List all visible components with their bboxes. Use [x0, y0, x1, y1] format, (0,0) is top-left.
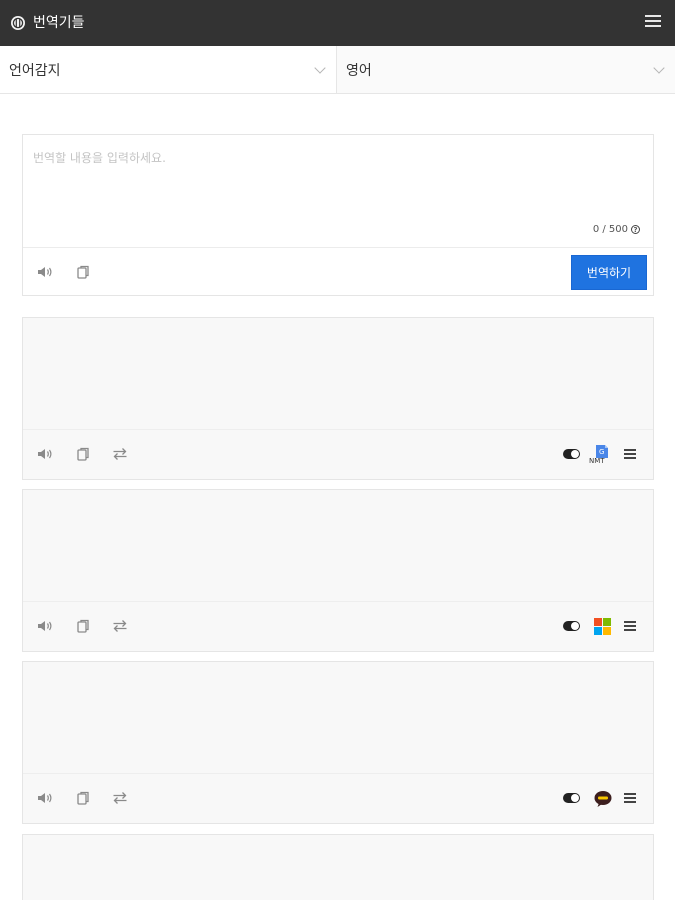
copy-icon[interactable]	[75, 447, 91, 461]
result-card-papago: G NMT	[22, 317, 654, 480]
source-language-select[interactable]: 언어감지	[0, 46, 337, 93]
help-icon[interactable]: ?	[631, 225, 640, 234]
speaker-icon[interactable]	[37, 265, 53, 279]
copy-icon[interactable]	[75, 619, 91, 633]
top-bar: 번역기들	[0, 0, 675, 46]
engine-toggle[interactable]	[563, 449, 580, 459]
result-card-microsoft	[22, 489, 654, 652]
result-toolbar	[23, 601, 653, 651]
nmt-label: NMT	[589, 457, 605, 465]
app-title[interactable]: 번역기들	[33, 13, 85, 33]
main-menu-icon[interactable]	[645, 15, 661, 29]
copy-icon[interactable]	[75, 265, 91, 279]
papago-nmt-icon: G NMT	[589, 444, 613, 466]
engine-toggle[interactable]	[563, 793, 580, 803]
speaker-icon[interactable]	[37, 791, 53, 805]
copy-icon[interactable]	[75, 791, 91, 805]
char-count: 0 / 500	[592, 224, 628, 235]
swap-icon[interactable]	[112, 447, 128, 461]
result-menu-icon[interactable]	[624, 621, 636, 632]
result-card-kakao	[22, 661, 654, 824]
engine-toggle[interactable]	[563, 621, 580, 631]
target-language-label: 영어	[346, 63, 372, 79]
swap-icon[interactable]	[112, 791, 128, 805]
speaker-icon[interactable]	[37, 619, 53, 633]
svg-text:G: G	[599, 448, 604, 456]
kakao-icon	[594, 791, 612, 807]
language-bar: 언어감지 영어	[0, 46, 675, 94]
chevron-down-icon	[314, 62, 326, 74]
result-menu-icon[interactable]	[624, 449, 636, 460]
target-language-select[interactable]: 영어	[337, 46, 675, 93]
chevron-down-icon	[653, 62, 665, 74]
speaker-icon[interactable]	[37, 447, 53, 461]
app-logo-icon	[11, 16, 25, 30]
result-menu-icon[interactable]	[624, 793, 636, 804]
result-card	[22, 834, 654, 900]
translate-button[interactable]: 번역하기	[571, 255, 647, 290]
microsoft-icon	[594, 618, 611, 635]
result-toolbar: G NMT	[23, 429, 653, 479]
result-toolbar	[23, 773, 653, 823]
source-language-label: 언어감지	[9, 63, 61, 79]
char-counter: 0 / 500 ?	[593, 224, 640, 235]
input-toolbar: 번역하기	[23, 247, 653, 295]
input-card: 번역할 내용을 입력하세요. 0 / 500 ? 번역하기	[22, 134, 654, 296]
source-text-input[interactable]: 번역할 내용을 입력하세요.	[33, 149, 166, 166]
swap-icon[interactable]	[112, 619, 128, 633]
